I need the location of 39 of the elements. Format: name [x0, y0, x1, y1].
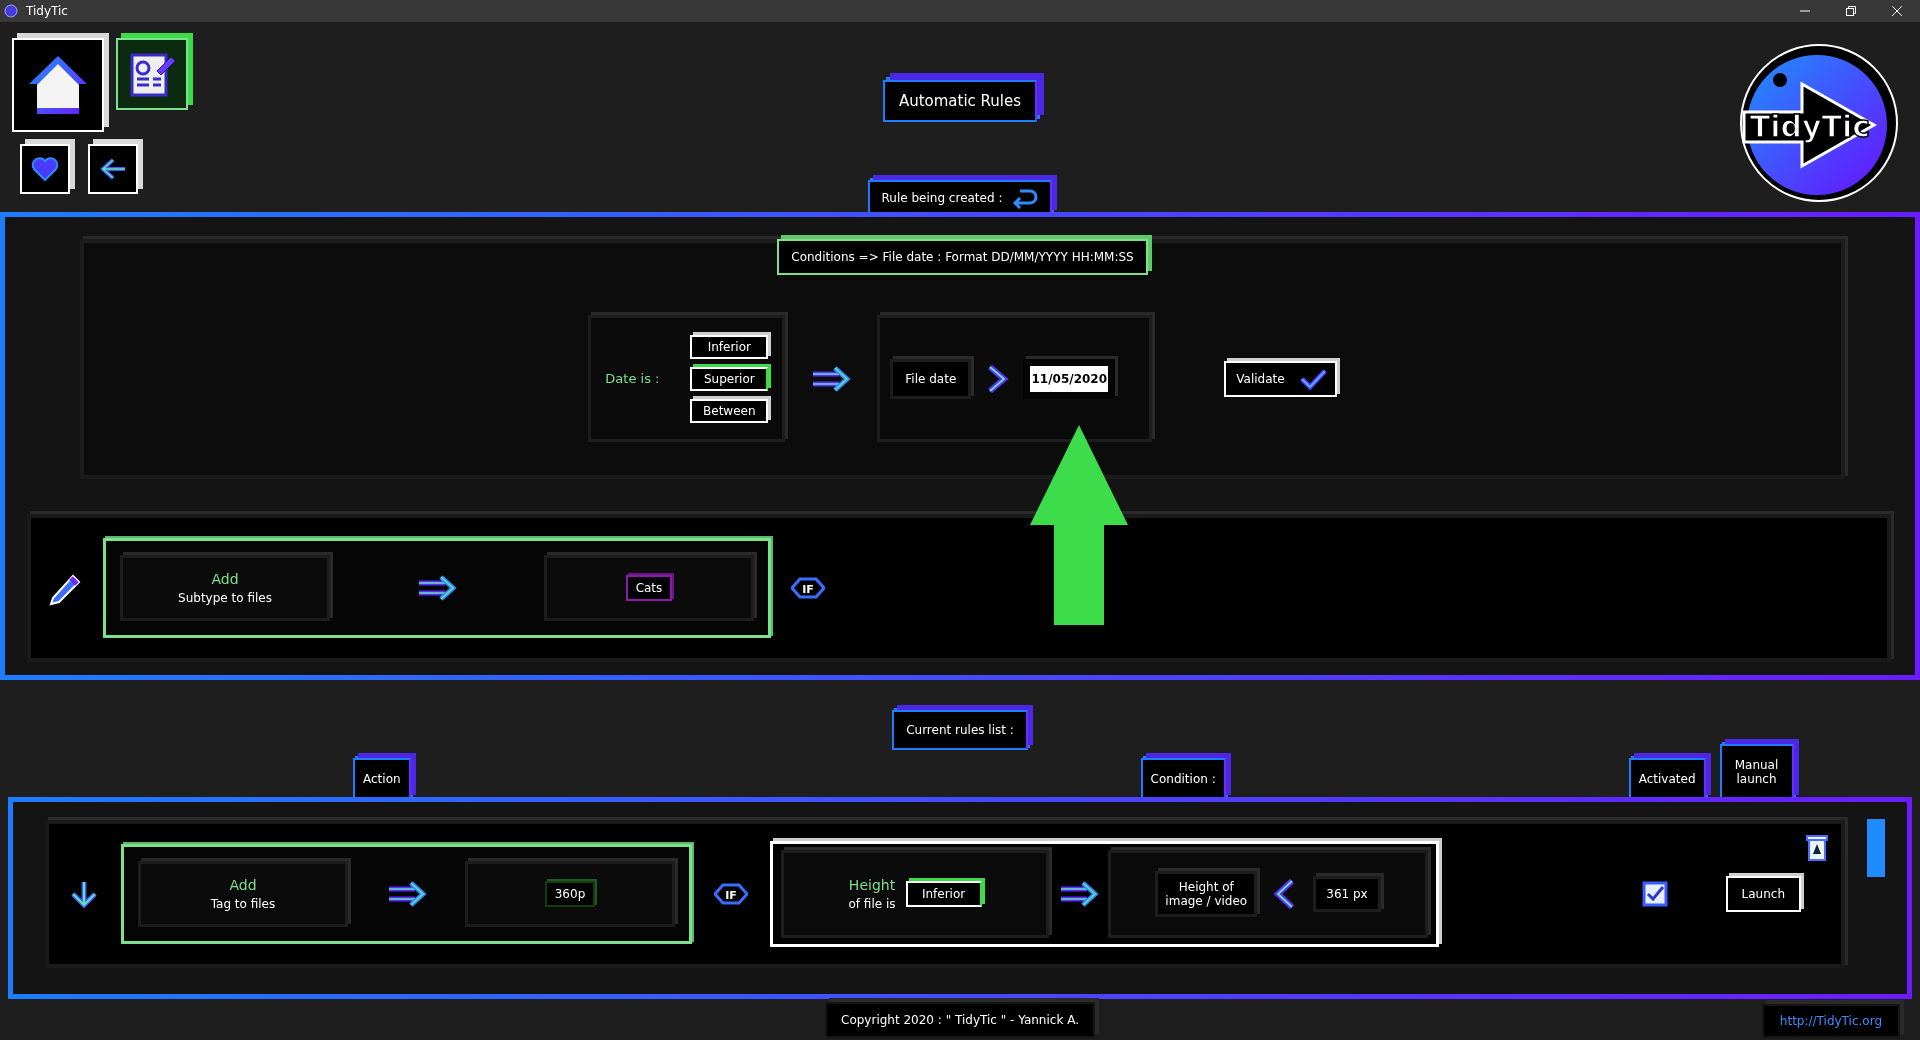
- restore-icon: [1846, 6, 1856, 16]
- value-tag: Cats: [625, 575, 673, 601]
- action-target: Tag to files: [210, 897, 276, 911]
- checkbox[interactable]: [1641, 881, 1668, 907]
- launch-button[interactable]: Launch: [1725, 876, 1801, 912]
- operator-button[interactable]: Inferior: [905, 881, 982, 907]
- window-title: TidyTic: [26, 4, 68, 18]
- condition-label: Date is :: [605, 371, 660, 386]
- validate-button[interactable]: Validate: [1224, 360, 1337, 397]
- operator-button[interactable]: Inferior: [690, 334, 769, 359]
- rule-tab-label: Rule being created :: [881, 190, 1003, 205]
- logo: TidyTic: [1738, 42, 1900, 204]
- app-icon: [4, 4, 18, 18]
- date-field[interactable]: 11/05/2020: [1023, 358, 1116, 399]
- operator-button[interactable]: Superior: [690, 366, 769, 391]
- heart-icon: [31, 156, 59, 182]
- close-icon: [1892, 6, 1902, 16]
- double-arrow-icon: [417, 574, 457, 602]
- action-target: Subtype to files: [178, 591, 272, 605]
- back-arrow-icon: [99, 157, 127, 181]
- if-badge: IF: [791, 577, 825, 599]
- double-arrow-icon: [386, 880, 427, 908]
- condition-suffix: of file is: [848, 897, 896, 911]
- value-label: 361 px: [1313, 876, 1381, 912]
- subject-label: File date: [890, 358, 972, 399]
- subject-label: Height of image / video: [1155, 871, 1258, 917]
- operator-button[interactable]: Between: [690, 398, 769, 423]
- trash-icon[interactable]: [1805, 832, 1829, 862]
- value-tag: 360p: [544, 881, 596, 907]
- condition-property: Height: [848, 877, 896, 893]
- if-badge: IF: [714, 883, 748, 905]
- chevron-right-icon: [985, 363, 1010, 394]
- action-verb: Add: [229, 877, 257, 893]
- double-arrow-icon: [1058, 880, 1099, 908]
- down-arrow-icon[interactable]: [69, 879, 99, 909]
- checkmark-icon: [1298, 367, 1327, 390]
- scrollbar-thumb[interactable]: [1867, 819, 1885, 877]
- action-verb: Add: [211, 571, 239, 587]
- double-arrow-icon: [811, 364, 852, 393]
